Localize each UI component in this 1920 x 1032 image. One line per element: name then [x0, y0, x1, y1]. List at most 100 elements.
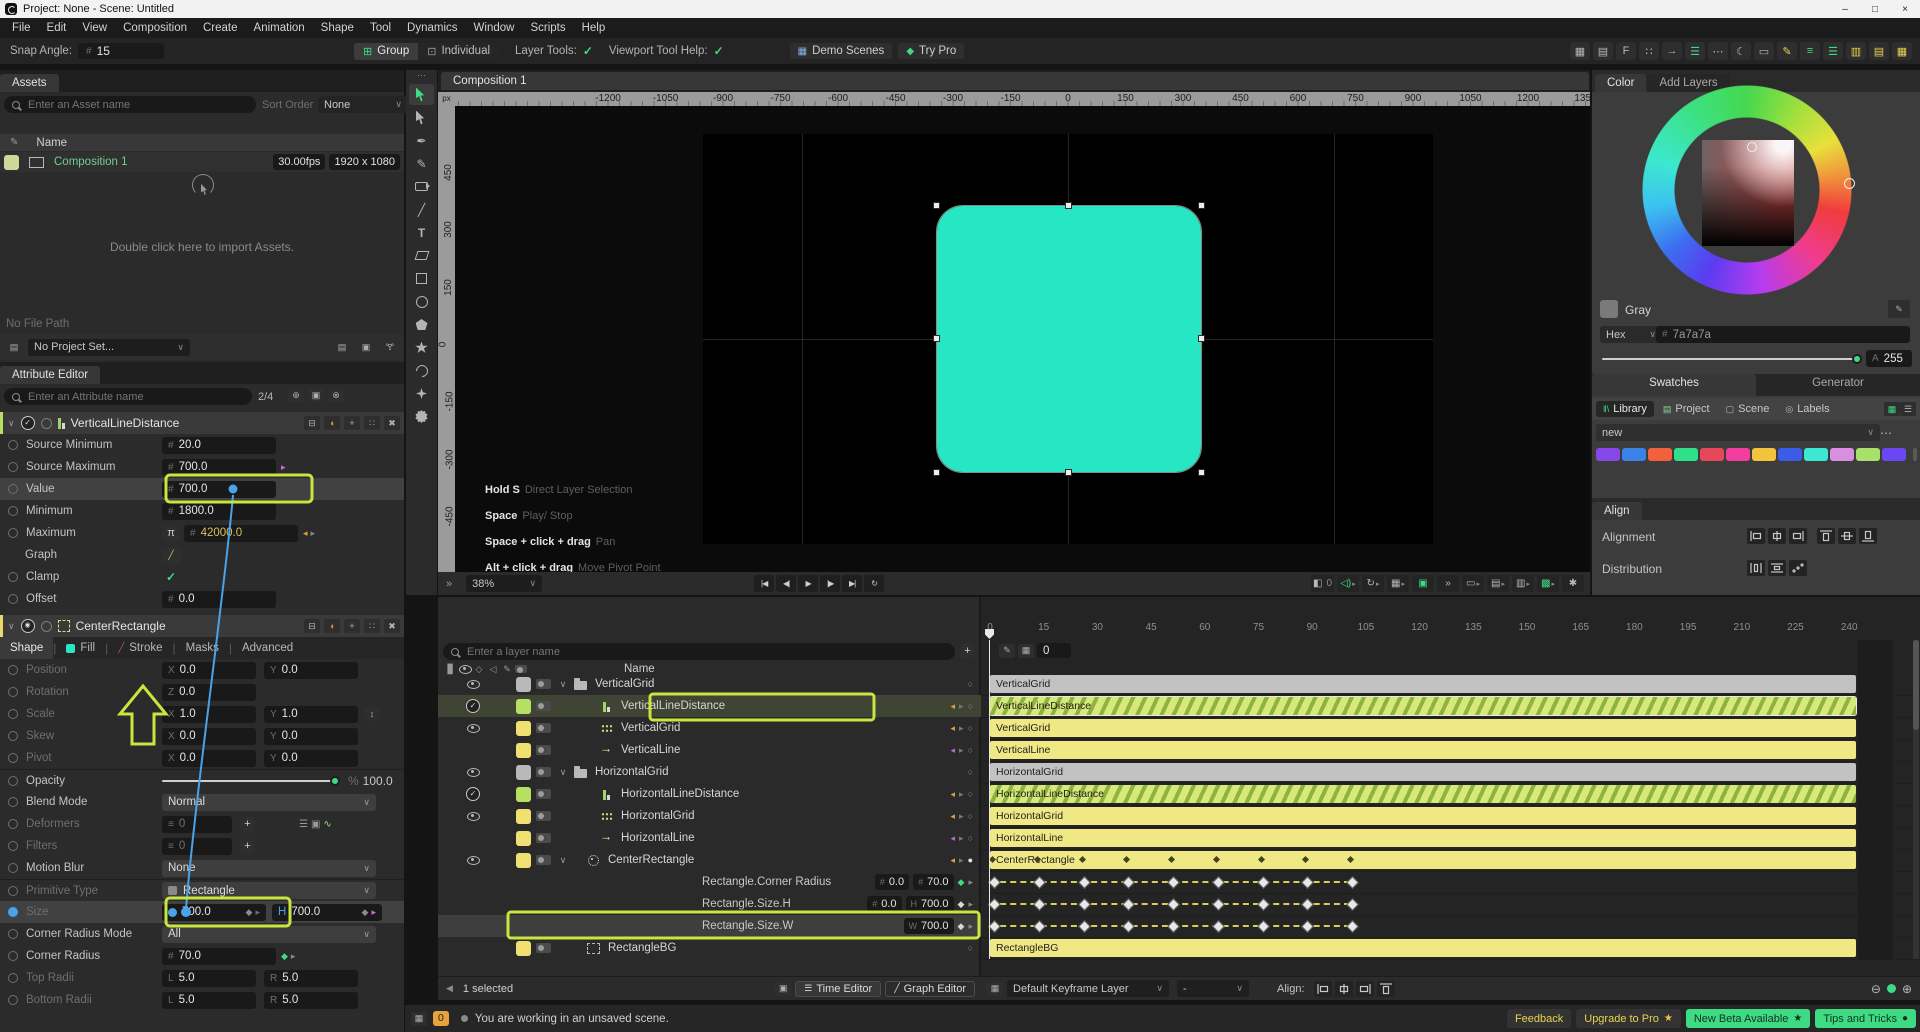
enabled-check-icon[interactable]: ✓: [21, 416, 35, 430]
arrow-left-icon[interactable]: ◂: [951, 789, 956, 800]
arrow-icon[interactable]: ◂: [303, 528, 308, 539]
brush-tool[interactable]: ✎: [409, 153, 434, 174]
layer-search[interactable]: [443, 643, 955, 660]
attr-row-minimum[interactable]: Minimum#1800.0: [0, 500, 404, 522]
prev-frame-button[interactable]: ◀|: [776, 575, 796, 592]
camera-badge[interactable]: [531, 855, 555, 865]
arrow-right-icon[interactable]: ▸: [959, 723, 964, 734]
attribute-search-input[interactable]: [26, 390, 244, 404]
layer-color-swatch[interactable]: [516, 677, 531, 692]
attr-row-deformers[interactable]: Deformers≡0+☰▣∿: [0, 813, 404, 835]
timeline-row-verticallinedistance[interactable]: VerticalLineDistance: [981, 695, 1920, 718]
layer-row-horizontallinedistance[interactable]: ✓HorizontalLineDistance◂▸○: [438, 783, 981, 805]
radio-icon[interactable]: [41, 621, 52, 632]
attr-radio-icon[interactable]: [8, 863, 18, 873]
alpha-field[interactable]: A 255: [1866, 350, 1912, 367]
snap-angle-field[interactable]: # 15: [78, 43, 164, 59]
x-field[interactable]: X1.0: [162, 706, 256, 723]
layer-tools-check-icon[interactable]: ✓: [583, 44, 593, 58]
collapse-icon[interactable]: ◀: [446, 983, 453, 994]
tab-composition[interactable]: Composition 1: [441, 72, 1589, 90]
palette-menu-icon[interactable]: ⋯: [1880, 426, 1892, 440]
key-icon[interactable]: ◆: [246, 907, 253, 918]
timeline-align-button-2[interactable]: [1356, 981, 1374, 997]
skip-start-button[interactable]: |◀: [754, 575, 774, 592]
trash-icon[interactable]: 🝖: [380, 338, 400, 356]
attr-row-blend-mode[interactable]: Blend ModeNormal∨: [0, 791, 404, 813]
loop-button[interactable]: ↻: [864, 575, 884, 592]
value-field[interactable]: #700.0: [162, 481, 276, 498]
chevron-down-icon[interactable]: ∨: [560, 767, 567, 778]
layer-row-verticalgrid[interactable]: VerticalGrid◂▸○: [438, 717, 981, 739]
ruler-icon[interactable]: ▭: [1754, 42, 1774, 60]
check-icon[interactable]: ✓: [466, 699, 480, 713]
settings-tool[interactable]: [409, 406, 434, 427]
keyframe-diamond[interactable]: [1257, 876, 1270, 889]
warning-badge[interactable]: 0: [433, 1011, 449, 1026]
key-icon[interactable]: ◆: [362, 907, 369, 918]
add-button[interactable]: +: [240, 817, 255, 832]
keyframe-dot-icon[interactable]: ○: [968, 789, 973, 799]
frame-field[interactable]: 0: [1037, 643, 1071, 658]
keyframe-dot-icon[interactable]: ○: [968, 679, 973, 689]
keyframe-diamond[interactable]: [1212, 898, 1225, 911]
distribution-button-0[interactable]: [1747, 560, 1765, 576]
sort-order-dropdown[interactable]: None∨: [318, 96, 408, 113]
value-field[interactable]: #42000.0: [184, 525, 298, 542]
status-button-feedback[interactable]: Feedback: [1507, 1009, 1571, 1028]
radio-icon[interactable]: [41, 418, 52, 429]
source-library[interactable]: ‖\Library: [1596, 401, 1654, 417]
selection-handle[interactable]: [1065, 469, 1072, 476]
keyframe-diamond[interactable]: [1078, 920, 1091, 933]
arrow-right-icon[interactable]: →: [1662, 42, 1682, 60]
timeline-row-horizontalgrid[interactable]: HorizontalGrid: [981, 805, 1920, 828]
screen-icon[interactable]: ▣: [1412, 575, 1434, 592]
attr-radio-icon[interactable]: [8, 528, 18, 538]
hue-selector[interactable]: [1844, 178, 1855, 189]
keyframe-icons[interactable]: ◆▸: [362, 907, 376, 918]
keyframe-dot-icon[interactable]: ○: [968, 723, 973, 733]
x-field[interactable]: X0.0: [162, 662, 256, 679]
skip-end-button[interactable]: ▶|: [842, 575, 862, 592]
y-field[interactable]: R5.0: [264, 992, 358, 1009]
time-editor-button[interactable]: ☰Time Editor: [795, 981, 881, 997]
timeline-row-horizontallinedistance[interactable]: HorizontalLineDistance: [981, 783, 1920, 806]
attr-row-filters[interactable]: Filters≡0+: [0, 835, 404, 857]
layer-row-verticallinedistance[interactable]: ✓VerticalLineDistance◂▸○: [438, 695, 981, 717]
link-icon[interactable]: ↕: [364, 707, 380, 721]
section-header[interactable]: ∨ ◉ CenterRectangle ⊟ ◖ + ∷ ✖: [0, 615, 404, 637]
x-field[interactable]: X0.0: [162, 750, 256, 767]
graph-curve-icon[interactable]: ╱: [161, 547, 181, 564]
timeline[interactable]: ✎ ▦ 0 0153045607590105120135150165180195…: [981, 597, 1920, 1000]
add-button[interactable]: +: [240, 839, 255, 854]
timeline-bar[interactable]: VerticalLine: [990, 741, 1856, 759]
rectangle-tool[interactable]: [409, 268, 434, 289]
attr-radio-icon[interactable]: [8, 776, 18, 786]
keyframe-arrows[interactable]: ◂▸: [303, 528, 315, 539]
utility-icons[interactable]: ☰▣∿: [299, 819, 332, 830]
display-icon[interactable]: ▭▸: [1462, 575, 1484, 592]
timeline-row-rectanglebg[interactable]: RectangleBG: [981, 937, 1920, 960]
clear-filter-icon[interactable]: ⊗: [328, 388, 344, 402]
align-button-1[interactable]: [1768, 528, 1786, 544]
attribute-search[interactable]: [4, 388, 252, 405]
tab-fill[interactable]: Fill: [56, 637, 105, 659]
keyframe-diamond[interactable]: [1257, 920, 1270, 933]
selection-handle[interactable]: [933, 335, 940, 342]
value-field[interactable]: #20.0: [162, 437, 276, 454]
camera-badge[interactable]: [531, 767, 555, 777]
attr-row-value[interactable]: Value#700.0: [0, 478, 404, 500]
layer-row-horizontalline[interactable]: ╌•HorizontalLine◂▸○: [438, 827, 981, 849]
keyframe-diamond[interactable]: [1033, 876, 1046, 889]
keyframe-diamond[interactable]: [1167, 920, 1180, 933]
demo-scenes-button[interactable]: ▦ Demo Scenes: [790, 43, 893, 59]
keyframe-diamond[interactable]: [1346, 920, 1359, 933]
camera-badge[interactable]: [531, 943, 555, 953]
keyframe-diamond[interactable]: [988, 876, 1001, 889]
color-chip-7[interactable]: [1778, 448, 1802, 461]
timeline-align-button-3[interactable]: [1377, 981, 1395, 997]
align-button-0[interactable]: [1747, 528, 1765, 544]
keyframe-diamond[interactable]: [1033, 898, 1046, 911]
list-green-icon[interactable]: ☰: [1685, 42, 1705, 60]
attr-radio-icon[interactable]: [8, 687, 18, 697]
